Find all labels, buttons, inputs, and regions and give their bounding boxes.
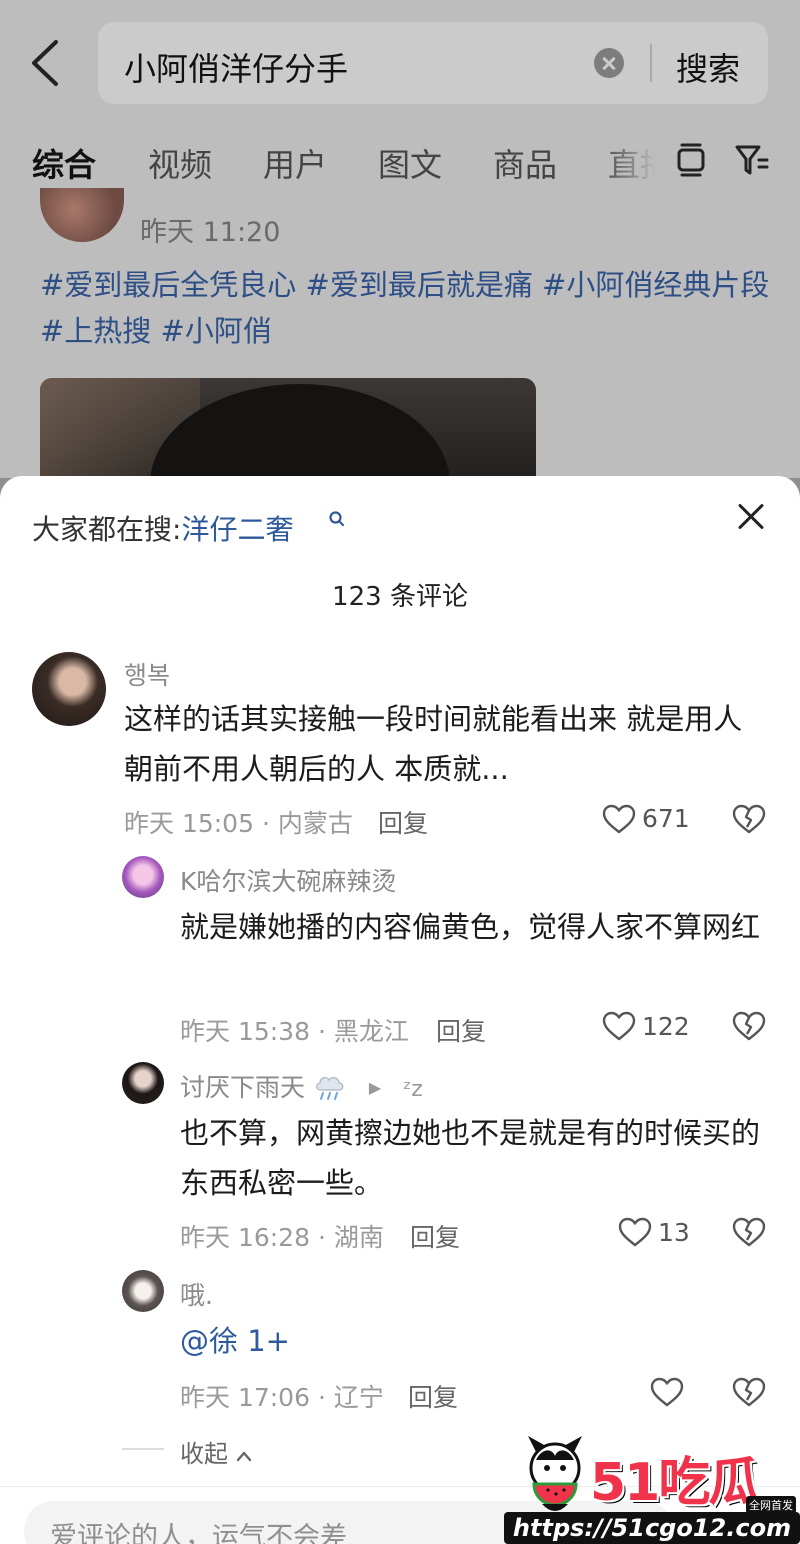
search-results-page: 小阿俏洋仔分手 搜索 综合 视频 用户 图文 商品 直播 昨天 11:20 #爱… (0, 0, 800, 478)
avatar[interactable] (40, 188, 124, 242)
avatar[interactable] (122, 1062, 164, 1104)
play-icon: ▶ (368, 1078, 382, 1097)
heart-icon[interactable] (602, 1011, 636, 1041)
author-suffix: ᶻz (403, 1077, 423, 1102)
avatar[interactable] (122, 1270, 164, 1312)
search-icon (329, 511, 345, 527)
collapse-divider (122, 1448, 164, 1450)
back-button[interactable] (22, 36, 72, 90)
hot-search: 大家都在搜:洋仔二奢 (32, 508, 293, 548)
broken-heart-icon[interactable] (732, 1010, 766, 1042)
search-input[interactable]: 小阿俏洋仔分手 (124, 44, 348, 90)
search-button[interactable]: 搜索 (676, 44, 740, 90)
list-view-icon[interactable] (676, 142, 706, 178)
comment-meta: 昨天 15:05 · 内蒙古 (124, 809, 353, 838)
comment-count: 123 条评论 (332, 582, 468, 612)
like-count: 122 (642, 1012, 690, 1041)
broken-heart-icon[interactable] (732, 803, 766, 835)
heart-icon[interactable] (602, 804, 636, 834)
comment-author-name: 讨厌下雨天 (180, 1073, 306, 1102)
like-count: 13 (658, 1218, 690, 1247)
comment-meta: 昨天 16:28 · 湖南 (180, 1223, 384, 1252)
close-icon[interactable] (736, 502, 766, 532)
avatar[interactable] (32, 652, 106, 726)
comment-author[interactable]: 讨厌下雨天 ▶ ᶻz (180, 1068, 423, 1104)
broken-heart-icon[interactable] (732, 1376, 766, 1408)
comment-text[interactable]: 也不算，网黄擦边她也不是就是有的时候买的东西私密一些。 (180, 1108, 770, 1208)
like-count: 671 (642, 804, 690, 833)
reply-button[interactable]: 回复 (436, 1012, 486, 1048)
chevron-left-icon (32, 40, 58, 86)
post-hashtags[interactable]: #爱到最后全凭良心 #爱到最后就是痛 #小阿俏经典片段 #上热搜 #小阿俏 (40, 262, 770, 354)
rain-cloud-icon (316, 1077, 344, 1100)
comments-sheet: 大家都在搜:洋仔二奢 123 条评论 행복 这样的话其实接触一段时间就能看出来 … (0, 476, 800, 1544)
tabs-fade (600, 132, 680, 188)
hot-search-label: 大家都在搜: (32, 513, 182, 546)
tab-image-text[interactable]: 图文 (378, 140, 442, 186)
post-time: 昨天 11:20 (140, 217, 281, 248)
comment-author[interactable]: K哈尔滨大碗麻辣烫 (180, 862, 396, 898)
comment-text[interactable]: @徐 1+ (180, 1316, 770, 1366)
collapse-label: 收起 (180, 1434, 252, 1469)
comment-text[interactable]: 这样的话其实接触一段时间就能看出来 就是用人朝前不用人朝后的人 本质就... (124, 694, 768, 794)
heart-icon[interactable] (618, 1217, 652, 1247)
watermark-url: https://51cgo12.com (504, 1512, 800, 1544)
avatar[interactable] (122, 856, 164, 898)
filter-icon[interactable] (734, 142, 770, 178)
watermark-logo: 51吃瓜 (590, 1453, 760, 1513)
post-card[interactable]: 昨天 11:20 #爱到最后全凭良心 #爱到最后就是痛 #小阿俏经典片段 #上热… (0, 188, 800, 478)
comment-meta: 昨天 17:06 · 辽宁 (180, 1383, 384, 1412)
comment-author[interactable]: 哦. (180, 1276, 213, 1312)
comment-meta: 昨天 15:38 · 黑龙江 (180, 1017, 409, 1046)
tab-all[interactable]: 综合 (32, 140, 96, 186)
tab-users[interactable]: 用户 (263, 140, 327, 186)
watermelon-mascot-icon (528, 1436, 582, 1511)
search-divider (650, 44, 652, 82)
broken-heart-icon[interactable] (732, 1216, 766, 1248)
tab-products[interactable]: 商品 (493, 140, 557, 186)
heart-icon[interactable] (650, 1377, 684, 1407)
reply-button[interactable]: 回复 (378, 804, 428, 840)
site-watermark: 51吃瓜 全网首发 https://51cgo12.com (504, 1430, 800, 1544)
clear-icon[interactable] (594, 48, 624, 78)
comment-input-placeholder: 爱评论的人，运气不会差 (50, 1522, 347, 1544)
reply-button[interactable]: 回复 (408, 1378, 458, 1414)
result-tabs: 综合 视频 用户 图文 商品 直播 (0, 132, 800, 188)
search-bar[interactable]: 小阿俏洋仔分手 搜索 (98, 22, 768, 104)
hot-search-link[interactable]: 洋仔二奢 (181, 513, 293, 546)
reply-button[interactable]: 回复 (410, 1218, 460, 1254)
comment-text[interactable]: 就是嫌她播的内容偏黄色，觉得人家不算网红 (180, 902, 770, 952)
chevron-up-icon (236, 1451, 251, 1462)
tab-video[interactable]: 视频 (148, 140, 212, 186)
comment-author[interactable]: 행복 (124, 656, 170, 692)
post-video-thumbnail[interactable] (40, 378, 536, 478)
